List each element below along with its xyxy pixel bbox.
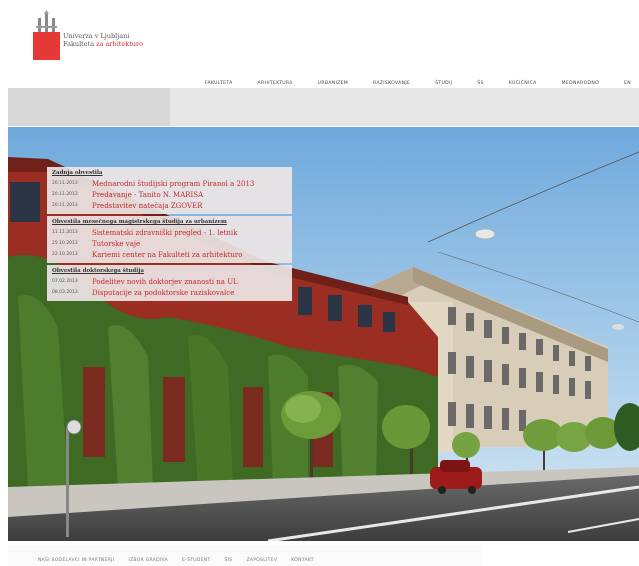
logo-university-name: Univerza v Ljubljani: [63, 32, 130, 40]
footer-links: NAŠI SODELAVCI IN PARTNERJI IZBOR GRADIV…: [38, 558, 314, 563]
news-panel: Zadnja obvestila 20.11.2013 Mednarodni š…: [47, 167, 292, 303]
nav-item-mednarodno[interactable]: MEDNARODNO: [562, 81, 599, 86]
news-title-link[interactable]: Kariemi center na Fakulteti za arhitektu…: [92, 251, 242, 259]
news-item[interactable]: 08.03.2013 Disputacije za podoktorske ra…: [52, 287, 287, 298]
main-navigation: FAKULTETA ARHITEKTURA URBANIZEM RAZISKOV…: [205, 79, 631, 87]
news-date: 20.11.2013: [52, 192, 78, 197]
site-header: Univerza v Ljubljani Fakulteta za arhite…: [0, 0, 639, 88]
news-title-link[interactable]: Predavanje - Tanito N. MARISA: [92, 191, 203, 199]
nav-item-ss[interactable]: ŠS: [477, 81, 483, 86]
news-heading[interactable]: Obvestila doktorskega študija: [52, 267, 287, 275]
faculty-emblem-icon: [33, 10, 60, 60]
nav-item-urbanizem[interactable]: URBANIZEM: [318, 81, 348, 86]
news-title-link[interactable]: Sistematski zdravniški pregled - 1. letn…: [92, 229, 237, 237]
news-item[interactable]: 20.11.2013 Predavanje - Tanito N. MARISA: [52, 189, 287, 200]
logo-faculty-accent: za arhitekturo: [96, 40, 144, 48]
footer-link-partners[interactable]: NAŠI SODELAVCI IN PARTNERJI: [38, 558, 114, 563]
news-item[interactable]: 22.10.2013 Kariemi center na Fakulteti z…: [52, 249, 287, 260]
footer-link-careers[interactable]: ZAPOSLITEV: [246, 558, 277, 563]
banner-strip-left: [8, 88, 170, 126]
news-item[interactable]: 25.10.2013 Tutorske vaje: [52, 238, 287, 249]
logo-faculty-label: Fakulteta: [63, 40, 95, 48]
news-item[interactable]: 11.11.2013 Sistematski zdravniški pregle…: [52, 227, 287, 238]
nav-item-knjiznica[interactable]: KUĆIČNICA: [509, 81, 537, 86]
nav-item-arhitektura[interactable]: ARHITEKTURA: [258, 81, 293, 86]
logo-text: Univerza v Ljubljani Fakulteta za arhite…: [63, 32, 143, 48]
news-date: 20.11.2013: [52, 181, 78, 186]
news-item[interactable]: 20.11.2013 Mednarodni študijski program …: [52, 178, 287, 189]
news-title-link[interactable]: Tutorske vaje: [92, 240, 140, 248]
nav-item-raziskovanje[interactable]: RAZISKOVANJE: [373, 81, 410, 86]
news-section-doctoral: Obvestila doktorskega študija 07.02.2013…: [47, 265, 292, 301]
news-date: 22.10.2013: [52, 252, 78, 257]
news-date: 20.11.2013: [52, 203, 78, 208]
news-section-masters: Obvestila mesečnega magistrskega študija…: [47, 216, 292, 263]
footer-link-sis[interactable]: ŠIS: [225, 558, 233, 563]
news-section-latest: Zadnja obvestila 20.11.2013 Mednarodni š…: [47, 167, 292, 214]
news-title-link[interactable]: Mednarodni študijski program Piranol a 2…: [92, 180, 254, 188]
news-date: 07.02.2013: [52, 279, 78, 284]
footer-link-materials[interactable]: IZBOR GRADIVA: [128, 558, 168, 563]
news-heading[interactable]: Obvestila mesečnega magistrskega študija…: [52, 218, 287, 226]
nav-item-fakulteta[interactable]: FAKULTETA: [205, 81, 233, 86]
footer-link-estudent[interactable]: E-ŠTUDENT: [182, 558, 211, 563]
news-title-link[interactable]: Predstavitev natečaja ZGOVER: [92, 202, 202, 210]
footer-link-contact[interactable]: KONTAKT: [291, 558, 314, 563]
faculty-logo[interactable]: Univerza v Ljubljani Fakulteta za arhite…: [33, 10, 163, 62]
news-title-link[interactable]: Podelitev novih doktorjev znanosti na UL: [92, 278, 238, 286]
news-item[interactable]: 07.02.2013 Podelitev novih doktorjev zna…: [52, 276, 287, 287]
news-date: 11.11.2013: [52, 230, 78, 235]
news-title-link[interactable]: Disputacije za podoktorske raziskovalce: [92, 289, 234, 297]
logo-faculty-name: Fakulteta za arhitekturo: [63, 40, 143, 48]
news-date: 08.03.2013: [52, 290, 78, 295]
nav-item-studij[interactable]: ŠTUDIJ: [435, 81, 452, 86]
news-item[interactable]: 20.11.2013 Predstavitev natečaja ZGOVER: [52, 200, 287, 211]
nav-item-language[interactable]: EN: [624, 81, 631, 86]
news-heading[interactable]: Zadnja obvestila: [52, 169, 287, 177]
news-date: 25.10.2013: [52, 241, 78, 246]
